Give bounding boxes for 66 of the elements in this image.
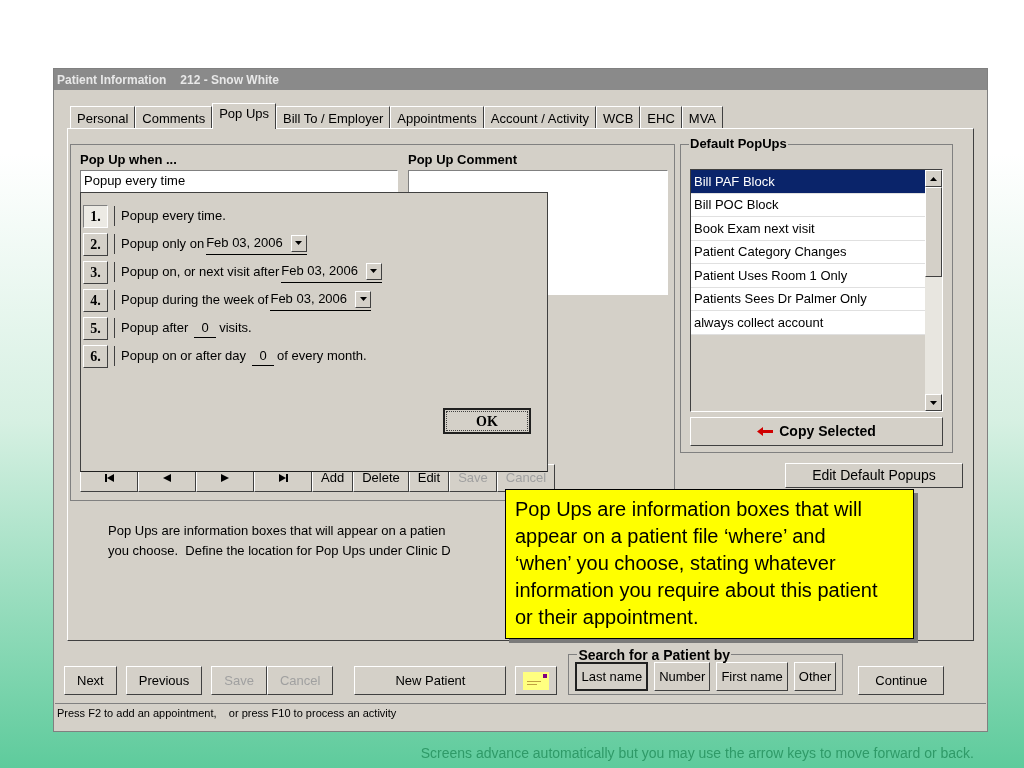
description-text: you choose. Define the location for Pop Ups under Clinic D	[108, 542, 451, 560]
search-by-button[interactable]: Number	[654, 662, 711, 691]
dropdown-icon	[295, 241, 303, 245]
tab[interactable]: WCB	[596, 106, 641, 128]
ok-button[interactable]: OK	[443, 408, 531, 434]
date-field[interactable]: Feb 03, 2006	[270, 289, 372, 311]
list-item[interactable]: always collect account	[691, 311, 925, 335]
search-by-button[interactable]: Last name	[575, 662, 649, 691]
list-item[interactable]: Book Exam next visit	[691, 217, 925, 241]
option-text: Popup after	[121, 319, 189, 338]
option-number-button[interactable]: 3.	[83, 260, 108, 284]
dropdown-icon	[359, 297, 367, 301]
pop-up-when-field[interactable]: Popup every time	[80, 169, 398, 193]
bottom-button[interactable]: Next	[64, 666, 117, 695]
note-button[interactable]	[515, 666, 558, 695]
copy-selected-button[interactable]: Copy Selected	[690, 417, 943, 446]
tab[interactable]: Comments	[135, 106, 213, 128]
tab[interactable]: MVA	[681, 106, 723, 128]
option-number-button[interactable]: 1.	[83, 204, 108, 228]
note-icon	[523, 671, 550, 690]
tab[interactable]: Personal	[70, 106, 136, 128]
list-item[interactable]: Patients Sees Dr Palmer Only	[691, 287, 925, 311]
window-title: Patient Information 212 - Snow White	[54, 69, 987, 90]
option-text: visits.	[219, 319, 252, 338]
edit-default-popups-button[interactable]: Edit Default Popups	[785, 463, 963, 488]
arrow-left-icon	[757, 427, 774, 436]
option-number-button[interactable]: 5.	[83, 316, 108, 340]
count-field[interactable]: 0	[194, 317, 217, 339]
list-item[interactable]: Bill POC Block	[691, 193, 925, 217]
option-text: of every month.	[277, 347, 367, 366]
date-field[interactable]: Feb 03, 2006	[281, 261, 382, 283]
option-number-button[interactable]: 6.	[83, 344, 108, 368]
tab[interactable]: Appointments	[390, 106, 484, 128]
count-field[interactable]: 0	[252, 345, 275, 367]
option-text: Popup every time.	[121, 207, 226, 226]
continue-button[interactable]: Continue	[858, 666, 945, 695]
option-text: Popup on or after day	[121, 347, 247, 366]
scroll-up-icon	[930, 176, 937, 181]
list-item[interactable]: Patient Uses Room 1 Only	[691, 264, 925, 288]
scroll-down-icon	[930, 400, 937, 405]
option-number-button[interactable]: 2.	[83, 232, 108, 256]
group-title: Search for a Patient by	[577, 648, 732, 662]
option-text: Popup only on	[121, 235, 205, 254]
scrollbar[interactable]	[925, 170, 942, 411]
dropdown-icon	[370, 269, 378, 273]
last-record-icon	[278, 473, 288, 482]
bottom-button[interactable]: New Patient	[354, 666, 507, 695]
tab[interactable]: Pop Ups	[212, 103, 277, 129]
option-number-button[interactable]: 4.	[83, 288, 108, 312]
group-title: Default PopUps	[689, 136, 788, 152]
tab[interactable]: EHC	[640, 106, 682, 128]
field-label: Pop Up Comment	[408, 151, 519, 169]
status-bar: Press F2 to add an appointment, or press F10 to process an activity	[55, 703, 986, 723]
search-by-button[interactable]: First name	[716, 662, 788, 691]
bottom-button[interactable]: Previous	[125, 666, 203, 695]
tab[interactable]: Account / Activity	[483, 106, 596, 128]
search-by-button[interactable]: Other	[793, 662, 837, 691]
description-text: Pop Ups are information boxes that will appear on a patien	[108, 522, 446, 540]
tab[interactable]: Bill To / Employer	[276, 106, 391, 128]
field-label: Pop Up when ...	[80, 151, 178, 169]
first-record-icon	[104, 473, 114, 482]
list-item[interactable]: Patient Category Changes	[691, 240, 925, 264]
list-item[interactable]: Bill PAF Block	[691, 170, 925, 194]
option-text: Popup during the week of	[121, 291, 269, 310]
date-field[interactable]: Feb 03, 2006	[206, 233, 307, 255]
option-text: Popup on, or next visit after	[121, 263, 280, 282]
